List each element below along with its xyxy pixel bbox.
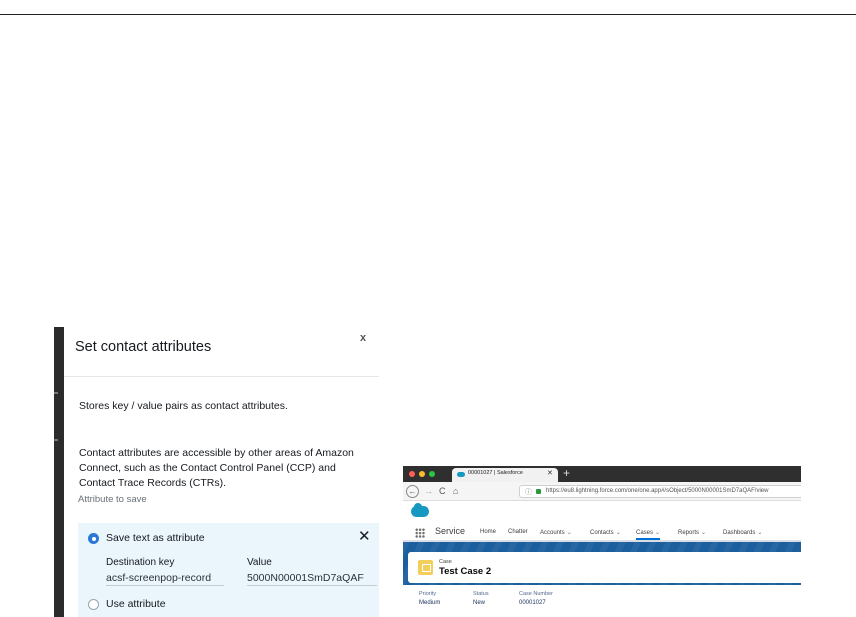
save-text-option-label[interactable]: Save text as attribute: [106, 532, 205, 544]
salesforce-logo-icon: [411, 503, 429, 517]
home-icon[interactable]: ⌂: [453, 485, 458, 497]
record-object-label: Case: [439, 559, 452, 565]
edge-marker: [54, 439, 58, 441]
nav-item-label: Reports: [678, 530, 700, 536]
salesforce-favicon-icon: [457, 472, 465, 477]
new-tab-icon[interactable]: +: [563, 466, 570, 480]
info-icon[interactable]: ⓘ: [525, 487, 532, 497]
url-input[interactable]: ⓘ https://eu8.lightning.force.com/one/on…: [519, 485, 801, 498]
set-contact-attributes-panel: Set contact attributes x Stores key / va…: [54, 327, 379, 617]
priority-value: Medium: [419, 600, 441, 606]
browser-window: 00001027 | Salesforce ✕ + ← → C ⌂ ⓘ http…: [403, 466, 801, 617]
chevron-down-icon[interactable]: ⌄: [757, 530, 762, 536]
chevron-down-icon[interactable]: ⌄: [616, 530, 621, 536]
nav-item-label: Dashboards: [723, 530, 756, 536]
case-icon: [418, 560, 433, 575]
top-divider: [0, 14, 856, 15]
nav-item-contacts[interactable]: Contacts ⌄: [590, 529, 621, 536]
browser-tab[interactable]: 00001027 | Salesforce ✕: [452, 468, 558, 482]
priority-label: Priority: [419, 591, 437, 597]
forward-arrow-icon[interactable]: →: [424, 485, 433, 497]
nav-item-dashboards[interactable]: Dashboards ⌄: [723, 529, 762, 536]
salesforce-nav-bar: Service Home Chatter Accounts ⌄ Contacts ⌄…: [403, 523, 801, 542]
close-window-button[interactable]: [409, 471, 415, 477]
remove-attribute-icon[interactable]: ✕: [358, 527, 371, 545]
nav-item-home[interactable]: Home: [480, 529, 496, 535]
nav-item-label: Cases: [636, 530, 654, 536]
app-launcher-icon[interactable]: [415, 528, 425, 538]
save-text-radio[interactable]: [88, 533, 99, 544]
nav-item-label: Chatter: [508, 529, 528, 535]
panel-body: Set contact attributes x Stores key / va…: [64, 327, 379, 617]
record-header-card: Case Test Case 2: [408, 552, 801, 583]
maximize-window-button[interactable]: [429, 471, 435, 477]
panel-divider: [64, 376, 379, 377]
salesforce-header: [403, 501, 801, 523]
back-arrow-icon[interactable]: ←: [406, 485, 419, 498]
status-value: New: [473, 600, 486, 606]
panel-description: Stores key / value pairs as contact attr…: [79, 400, 288, 412]
edge-marker: [54, 392, 58, 394]
attribute-row: Save text as attribute ✕ Destination key…: [78, 523, 379, 617]
app-name: Service: [435, 526, 466, 536]
nav-item-label: Home: [480, 529, 497, 535]
nav-item-label: Contacts: [590, 530, 614, 536]
panel-title: Set contact attributes: [75, 339, 212, 355]
chevron-down-icon[interactable]: ⌄: [655, 530, 660, 536]
destination-key-input[interactable]: acsf-screenpop-record: [106, 572, 224, 586]
panel-description-detail: Contact attributes are accessible by oth…: [79, 447, 354, 489]
nav-item-cases[interactable]: Cases ⌄: [636, 529, 661, 540]
tab-title: 00001027 | Salesforce: [468, 470, 523, 476]
section-label: Attribute to save: [78, 494, 147, 505]
tab-close-icon[interactable]: ✕: [547, 469, 553, 477]
browser-tab-bar: 00001027 | Salesforce ✕ +: [403, 466, 801, 482]
panel-left-edge: [54, 327, 64, 617]
chevron-down-icon[interactable]: ⌄: [701, 530, 706, 536]
destination-key-label: Destination key: [106, 557, 175, 568]
nav-item-label: Accounts: [540, 530, 565, 536]
address-bar-row: ← → C ⌂ ⓘ https://eu8.lightning.force.co…: [403, 482, 801, 501]
url-text: https://eu8.lightning.force.com/one/one.…: [546, 488, 769, 494]
record-highlights: Priority Medium Status New Case Number 0…: [403, 585, 801, 617]
chevron-down-icon[interactable]: ⌄: [567, 530, 572, 536]
value-input[interactable]: 5000N00001SmD7aQAF: [247, 572, 377, 586]
value-label: Value: [247, 557, 272, 568]
lock-icon: [536, 489, 541, 494]
nav-item-reports[interactable]: Reports ⌄: [678, 529, 706, 536]
close-icon[interactable]: x: [360, 332, 366, 344]
reload-icon[interactable]: C: [439, 485, 446, 497]
use-attribute-radio[interactable]: [88, 599, 99, 610]
minimize-window-button[interactable]: [419, 471, 425, 477]
case-number-value: 00001027: [519, 600, 546, 606]
case-number-label: Case Number: [519, 591, 553, 597]
nav-item-chatter[interactable]: Chatter: [508, 529, 528, 535]
nav-item-accounts[interactable]: Accounts ⌄: [540, 529, 572, 536]
status-label: Status: [473, 591, 489, 597]
use-attribute-option-label[interactable]: Use attribute: [106, 598, 166, 610]
record-title: Test Case 2: [439, 566, 492, 577]
